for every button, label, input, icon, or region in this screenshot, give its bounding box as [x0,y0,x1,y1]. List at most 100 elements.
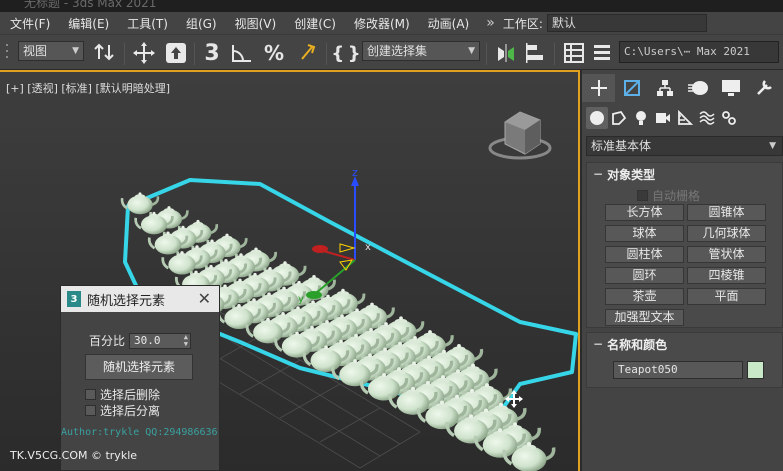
layer-explorer-icon[interactable] [590,39,614,67]
motion-tab-icon[interactable] [681,74,714,102]
menu-animation[interactable]: 动画(A) [419,15,479,32]
main-toolbar: 视图 ▼ 3 % { } 创建选择集 ▼ C:\Users\⋯ Max 2021 [0,34,783,70]
dialog-title-bar[interactable]: 3 随机选择元素 ✕ [61,286,219,312]
autogrid-checkbox[interactable]: 自动栅格 [637,187,700,204]
svg-text:x: x [365,242,371,253]
menu-group[interactable]: 组(G) [177,15,226,32]
space-warps-icon[interactable] [696,107,718,129]
modify-tab-icon[interactable] [615,74,648,102]
collapse-icon: − [593,167,604,181]
menu-bar: 文件(F) 编辑(E) 工具(T) 组(G) 视图(V) 创建(C) 修改器(M… [0,12,783,34]
lights-icon[interactable] [630,107,652,129]
display-tab-icon[interactable] [714,74,747,102]
edit-named-selection-icon[interactable]: { } [331,39,360,67]
menu-modifiers[interactable]: 修改器(M) [345,15,419,32]
title-bar: 无标题 - 3ds Max 2021 [0,0,783,12]
menu-tools[interactable]: 工具(T) [118,15,177,32]
object-name-field[interactable]: Teapot050 [613,361,743,379]
command-panel: 标准基本体 ▼ − 对象类型 自动栅格 长方体 圆锥体 球体 几何球体 圆柱体 … [582,70,783,471]
dialog-title: 随机选择元素 [87,293,166,309]
object-type-header[interactable]: − 对象类型 [587,163,782,185]
named-selection-set-value: 创建选择集 [367,44,428,58]
random-select-button[interactable]: 随机选择元素 [85,354,193,380]
menu-create[interactable]: 创建(C) [285,15,345,32]
view-dropdown-value: 视图 [23,44,48,58]
menu-overflow-icon[interactable]: » [486,15,495,31]
view-cube[interactable] [488,111,552,160]
project-path-field[interactable]: C:\Users\⋯ Max 2021 [619,41,779,63]
close-icon[interactable]: ✕ [198,289,211,308]
spinner-arrows-icon[interactable]: ▲ ▼ [184,333,188,348]
plane-button[interactable]: 平面 [687,288,766,305]
chevron-down-icon: ▼ [72,46,79,56]
command-panel-tabs [582,74,783,102]
percent-value: 30.0 [134,333,161,347]
torus-button[interactable]: 圆环 [605,267,684,284]
workspace-dropdown[interactable]: 默认 [546,14,707,32]
delete-after-select-checkbox[interactable]: 选择后删除 [85,386,160,403]
text-plus-button[interactable]: 加强型文本 [605,309,684,326]
chevron-down-icon: ▼ [468,46,475,56]
author-credit: Author:trykle QQ:294986636 [61,427,218,438]
checkbox-box[interactable] [85,389,96,400]
sphere-button[interactable]: 球体 [605,225,684,242]
named-selection-set-dropdown[interactable]: 创建选择集 ▼ [362,41,480,61]
select-and-move-icon[interactable] [130,39,158,67]
cone-button[interactable]: 圆锥体 [687,204,766,221]
toolbar-separator [124,43,125,65]
app-window: 无标题 - 3ds Max 2021 文件(F) 编辑(E) 工具(T) 组(G… [0,0,783,471]
helpers-icon[interactable] [674,107,696,129]
shapes-icon[interactable] [608,107,630,129]
workspace-selector: 工作区: 默认 [503,14,707,32]
name-and-color-header[interactable]: − 名称和颜色 [587,333,782,355]
chevron-down-icon: ▼ [769,141,776,151]
percent-row: 百分比 30.0 ▲ ▼ [89,332,192,349]
object-color-swatch[interactable] [747,361,764,379]
place-object-icon[interactable] [162,39,190,67]
viewport-label[interactable]: [+] [透视] [标准] [默认明暗处理] [6,80,170,96]
align-icon[interactable] [522,39,550,67]
app-logo-icon: 3 [67,291,81,307]
utilities-tab-icon[interactable] [747,74,780,102]
primitive-category-value: 标准基本体 [591,139,652,153]
box-button[interactable]: 长方体 [605,204,684,221]
create-tab-icon[interactable] [582,74,615,102]
create-subcategory-tabs [582,106,783,130]
view-dropdown[interactable]: 视图 ▼ [18,41,84,61]
geometry-icon[interactable] [586,107,608,129]
pyramid-button[interactable]: 四棱锥 [687,267,766,284]
cameras-icon[interactable] [652,107,674,129]
checkbox-box[interactable] [85,405,96,416]
menu-view[interactable]: 视图(V) [226,15,286,32]
hierarchy-tab-icon[interactable] [648,74,681,102]
move-cursor-icon [505,390,523,408]
workspace-label: 工作区: [502,16,543,31]
toolbar-separator [326,43,327,65]
autogrid-label: 自动栅格 [652,189,701,203]
percent-snap-icon[interactable]: % [260,39,288,67]
geosphere-button[interactable]: 几何球体 [687,225,766,242]
menu-edit[interactable]: 编辑(E) [59,15,118,32]
cylinder-button[interactable]: 圆柱体 [605,246,684,263]
tube-button[interactable]: 管状体 [687,246,766,263]
percent-spinner[interactable]: 30.0 ▲ ▼ [129,332,192,349]
scene-explorer-icon[interactable] [560,39,588,67]
mirror-icon[interactable] [492,39,520,67]
angle-snap-icon[interactable] [228,39,256,67]
detach-after-select-label: 选择后分离 [100,404,161,418]
primitive-category-dropdown[interactable]: 标准基本体 ▼ [586,136,783,156]
random-select-dialog: 3 随机选择元素 ✕ 百分比 30.0 ▲ ▼ 随机选择元素 选择后删除 选择后分… [60,285,220,471]
toolbar-separator [486,43,487,65]
autogrid-checkbox-box[interactable] [637,190,648,201]
object-type-rollout: − 对象类型 自动栅格 长方体 圆锥体 球体 几何球体 圆柱体 管状体 圆环 四… [586,162,783,328]
menu-file[interactable]: 文件(F) [0,15,59,32]
window-title: 无标题 - 3ds Max 2021 [24,0,157,10]
spinner-snap-icon[interactable] [292,39,320,67]
systems-icon[interactable] [718,107,740,129]
select-and-link-icon[interactable] [90,39,118,67]
detach-after-select-checkbox[interactable]: 选择后分离 [85,402,160,419]
collapse-icon: − [593,337,604,351]
teapot-button[interactable]: 茶壶 [605,288,684,305]
name-and-color-rollout: − 名称和颜色 Teapot050 [586,332,783,388]
snap-3d-icon[interactable]: 3 [198,39,226,67]
